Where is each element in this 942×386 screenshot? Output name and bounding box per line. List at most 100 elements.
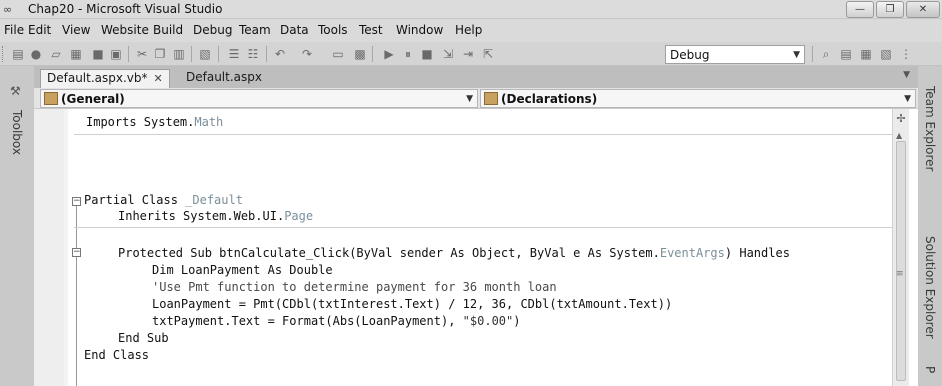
code-line[interactable]: 'Use Pmt function to determine payment f… [152, 279, 557, 295]
menu-help[interactable]: Help [455, 23, 482, 38]
menu-window[interactable]: Window [396, 23, 443, 38]
server-explorer-icon[interactable]: ⚒ [10, 84, 24, 98]
procedure-separator [74, 227, 894, 228]
scroll-up-icon[interactable]: ▲ [896, 131, 902, 140]
minimize-button[interactable]: — [846, 1, 874, 18]
save-all-icon[interactable]: ▣ [108, 46, 124, 62]
menu-debug[interactable]: Debug [193, 23, 232, 38]
uncomment-icon[interactable]: ☷ [245, 46, 261, 62]
code-line[interactable]: LoanPayment = Pmt(CDbl(txtInterest.Text)… [152, 296, 672, 312]
code-token: Partial Class [84, 193, 186, 207]
tab-default-aspx[interactable]: Default.aspx [180, 69, 268, 88]
save-icon[interactable]: ■ [90, 46, 106, 62]
object-browser-icon[interactable]: ▧ [878, 46, 894, 62]
menu-tools[interactable]: Tools [318, 23, 348, 38]
menu-edit[interactable]: Edit [28, 23, 51, 38]
chevron-down-icon: ▼ [904, 94, 911, 104]
new-item-icon[interactable]: ● [28, 46, 44, 62]
scroll-grip-icon: ≡ [896, 269, 904, 279]
vertical-scrollbar[interactable]: ✢ ▲ ≡ [892, 109, 909, 386]
menu-team[interactable]: Team [239, 23, 271, 38]
code-token: ) Handles [724, 246, 790, 260]
find-icon[interactable]: ▭ [330, 46, 346, 62]
tab-label: Default.aspx.vb* [47, 71, 148, 85]
stop-icon[interactable]: ■ [419, 46, 435, 62]
pause-icon[interactable]: ⏸ [400, 46, 416, 62]
class-icon [44, 92, 58, 105]
code-line[interactable]: Imports System.Math [86, 114, 223, 130]
new-project-icon[interactable]: ▤ [10, 46, 26, 62]
find-in-files-icon[interactable]: ⌕ [818, 46, 834, 62]
maximize-button[interactable]: ❐ [876, 1, 904, 18]
code-token: Protected Sub btnCalculate_Click(ByVal s… [118, 246, 660, 260]
left-tool-strip: ⚒ Toolbox [0, 66, 34, 386]
team-explorer-tab[interactable]: Team Explorer [923, 86, 937, 172]
redo-icon[interactable]: ↷ [299, 46, 315, 62]
scrollbar-thumb[interactable] [896, 141, 906, 381]
comment-icon[interactable]: ☰ [226, 46, 242, 62]
code-token: EventArgs [659, 246, 725, 260]
window-title: Chap20 - Microsoft Visual Studio [28, 2, 223, 16]
paste-icon[interactable]: ▥ [171, 46, 187, 62]
start-debug-icon[interactable]: ▶ [381, 46, 397, 62]
toolbar-grip[interactable] [2, 46, 5, 62]
toolbox-icon[interactable]: ⋮ [898, 46, 914, 62]
undo-icon[interactable]: ↶ [272, 46, 288, 62]
properties-icon[interactable]: ▦ [858, 46, 874, 62]
code-token: ) [513, 314, 521, 328]
solution-explorer-tab[interactable]: Solution Explorer [923, 236, 937, 339]
code-token: _Default [185, 193, 243, 207]
toolbar-separator [128, 46, 129, 62]
code-line[interactable]: Inherits System.Web.UI.Page [118, 208, 313, 224]
chevron-down-icon: ▼ [793, 50, 800, 60]
code-line[interactable]: End Sub [118, 330, 169, 346]
code-line[interactable]: Dim LoanPayment As Double [152, 262, 333, 278]
split-window-icon[interactable]: ✢ [895, 113, 907, 125]
code-line[interactable]: Partial Class _Default [84, 192, 243, 208]
navigate-icon[interactable]: ▧ [197, 46, 213, 62]
add-item-icon[interactable]: ▦ [68, 46, 84, 62]
method-name-select[interactable]: (Declarations) ▼ [480, 89, 916, 108]
code-line[interactable]: txtPayment.Text = Format(Abs(LoanPayment… [152, 313, 520, 329]
code-token: System.Web.UI. [183, 209, 285, 223]
navigate-backward-icon[interactable]: ▩ [352, 46, 368, 62]
class-name-select[interactable]: (General) ▼ [40, 89, 478, 108]
toolbar-separator [266, 46, 267, 62]
solution-explorer-icon[interactable]: ▤ [838, 46, 854, 62]
code-token: LoanPayment = Pmt(CDbl(txtInterest.Text)… [152, 297, 673, 311]
toolbar-separator [812, 46, 813, 62]
properties-tab[interactable]: P [923, 366, 937, 373]
step-over-icon[interactable]: ⇥ [460, 46, 476, 62]
collapse-icon[interactable]: − [72, 197, 81, 206]
cut-icon[interactable]: ✂ [134, 46, 150, 62]
menu-website[interactable]: Website [101, 23, 149, 38]
step-into-icon[interactable]: ⇲ [440, 46, 456, 62]
menu-data[interactable]: Data [280, 23, 309, 38]
menu-bar: File Edit View Website Build Debug Team … [0, 19, 942, 42]
code-editor[interactable]: Imports System.Math − Partial Class _Def… [34, 109, 918, 386]
tab-default-aspx-vb[interactable]: Default.aspx.vb* ✕ [40, 69, 170, 88]
solution-configuration-select[interactable]: Debug ▼ [665, 45, 805, 64]
close-icon[interactable]: ✕ [154, 72, 163, 85]
step-out-icon[interactable]: ⇱ [480, 46, 496, 62]
menu-file[interactable]: File [4, 23, 24, 38]
title-bar: ∞ Chap20 - Microsoft Visual Studio — ❐ ✕ [0, 0, 942, 19]
chevron-down-icon[interactable]: ▼ [903, 70, 910, 80]
code-line[interactable]: Protected Sub btnCalculate_Click(ByVal s… [118, 245, 790, 261]
toolbox-tab[interactable]: Toolbox [10, 110, 24, 155]
menu-build[interactable]: Build [153, 23, 183, 38]
indicator-margin[interactable] [34, 109, 64, 386]
close-button[interactable]: ✕ [906, 1, 940, 18]
menu-view[interactable]: View [62, 23, 90, 38]
code-line[interactable]: End Class [84, 347, 149, 363]
toolbar-separator [372, 46, 373, 62]
right-tool-strip: Team Explorer Solution Explorer P [918, 66, 942, 386]
open-file-icon[interactable]: ▱ [48, 46, 64, 62]
code-token: Inherits [118, 209, 184, 223]
copy-icon[interactable]: ❐ [152, 46, 168, 62]
tab-label: Default.aspx [186, 70, 262, 84]
class-name-value: (General) [61, 92, 125, 106]
collapse-icon[interactable]: − [72, 248, 81, 257]
menu-test[interactable]: Test [359, 23, 383, 38]
chevron-down-icon: ▼ [466, 94, 473, 104]
